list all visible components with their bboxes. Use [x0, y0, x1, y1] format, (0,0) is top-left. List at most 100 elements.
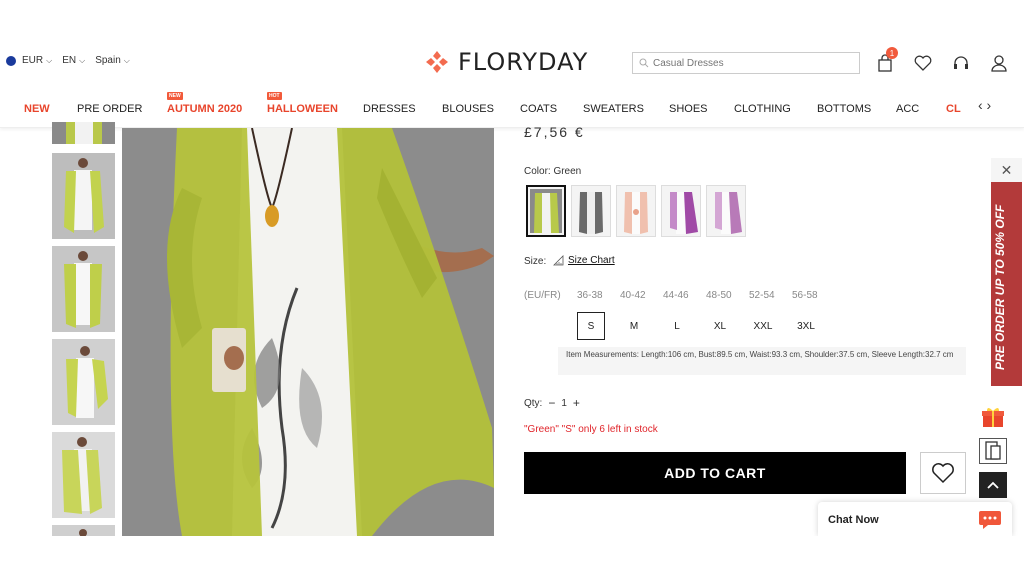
nav-item-coats[interactable]: COATS	[520, 103, 557, 115]
chevron-left-right-icon: ‹ ›	[978, 97, 992, 113]
cart-count-badge: 1	[886, 47, 898, 59]
nav-item-label: BLOUSES	[442, 103, 494, 115]
wishlist-button[interactable]	[910, 50, 936, 76]
swatch-image	[662, 186, 700, 236]
main-product-image[interactable]	[122, 128, 494, 536]
add-to-cart-button[interactable]: ADD TO CART	[524, 452, 906, 494]
account-button[interactable]	[986, 50, 1012, 76]
nav-item-halloween[interactable]: HOT HALLOWEEN	[267, 92, 338, 115]
product-thumbnail[interactable]	[52, 246, 115, 332]
chat-widget[interactable]: Chat Now	[818, 502, 1012, 536]
nav-item-label: SWEATERS	[583, 103, 644, 115]
nav-item-label: ACC	[896, 103, 920, 115]
eu-size-row: (EU/FR) 36-38 40-42 44-46 48-50 52-54 56…	[524, 290, 835, 301]
nav-item-new[interactable]: NEW	[24, 103, 50, 115]
product-thumbnail[interactable]	[52, 122, 115, 144]
nav-item-acc[interactable]: ACC	[896, 103, 919, 115]
language-select[interactable]: EN ⌵	[62, 55, 85, 66]
brand-name: FLORYDAY	[458, 48, 589, 76]
nav-item-shoes[interactable]: SHOES	[669, 103, 708, 115]
swatch-gray[interactable]	[571, 185, 611, 237]
size-label: Size:	[524, 256, 547, 267]
nav-item-clothing[interactable]: CLOTHING	[734, 103, 791, 115]
currency-label: EUR	[22, 55, 44, 66]
size-option-m[interactable]: M	[620, 312, 648, 340]
product-thumbnail[interactable]	[52, 525, 115, 536]
swatch-image	[707, 186, 745, 236]
flower-logo-icon	[426, 51, 448, 73]
nav-item-label: BOTTOMS	[817, 103, 872, 115]
swatch-peach[interactable]	[616, 185, 656, 237]
app-download-button[interactable]	[979, 438, 1007, 464]
nav-item-bottoms[interactable]: BOTTOMS	[817, 103, 871, 115]
currency-select[interactable]: EUR ⌵	[22, 55, 52, 66]
quantity-stepper: Qty: − 1 +	[524, 396, 586, 410]
eu-size: 56-58	[792, 290, 818, 301]
size-option-3xl[interactable]: 3XL	[792, 312, 820, 340]
cart-button[interactable]: 1	[872, 47, 898, 76]
search-box[interactable]	[632, 52, 860, 74]
swatch-violet[interactable]	[706, 185, 746, 237]
thumbnail-image	[52, 525, 115, 536]
page-frame: EUR ⌵ EN ⌵ Spain ⌵ FLORYDAY Casual Dress…	[0, 40, 1024, 536]
nav-item-dresses[interactable]: DRESSES	[363, 103, 416, 115]
brand-logo[interactable]: FLORYDAY	[424, 48, 588, 76]
size-option-s[interactable]: S	[577, 312, 605, 340]
ruler-icon	[553, 255, 564, 266]
qty-label: Qty:	[524, 397, 543, 409]
product-thumbnail[interactable]	[52, 432, 115, 518]
chevron-down-icon: ⌵	[79, 55, 86, 65]
size-option-xl[interactable]: XL	[706, 312, 734, 340]
nav-item-blouses[interactable]: BLOUSES	[442, 103, 494, 115]
nav-item-cl[interactable]: CL	[946, 103, 961, 115]
category-nav: NEW PRE ORDER NEW AUTUMN 2020 HOT HALLOWEE…	[0, 86, 1024, 128]
nav-item-label: PRE ORDER	[77, 103, 143, 115]
qty-increment-button[interactable]: +	[573, 396, 580, 410]
qty-decrement-button[interactable]: −	[548, 396, 555, 410]
heart-icon	[914, 55, 932, 71]
size-option-xxl[interactable]: XXL	[749, 312, 777, 340]
qty-value[interactable]: 1	[561, 398, 567, 409]
swatch-image	[617, 186, 655, 236]
size-options: S M L XL XXL 3XL	[577, 312, 835, 340]
product-thumbnail[interactable]	[52, 339, 115, 425]
search-icon	[639, 58, 649, 68]
thumbnail-image	[52, 432, 115, 518]
headset-icon	[954, 56, 968, 69]
chevron-up-icon	[987, 481, 999, 489]
pre-order-promo-banner[interactable]: ✕ PRE ORDER UP TO 50% OFF	[991, 158, 1022, 386]
promo-text: PRE ORDER UP TO 50% OFF	[993, 204, 1007, 370]
thumbnail-image	[52, 153, 115, 239]
gift-button[interactable]	[979, 404, 1007, 430]
chat-bubble-icon	[979, 511, 1001, 529]
thumbnail-image	[52, 339, 115, 425]
search-input[interactable]	[653, 57, 853, 69]
nav-item-label: HALLOWEEN	[267, 103, 338, 115]
swatch-purple[interactable]	[661, 185, 701, 237]
country-label: Spain	[95, 55, 121, 66]
thumbnail-image	[52, 122, 115, 144]
color-label: Color: Green	[524, 166, 582, 177]
size-chart-link[interactable]: Size Chart	[553, 255, 615, 266]
nav-item-sweaters[interactable]: SWEATERS	[583, 103, 644, 115]
eu-size: 40-42	[620, 290, 646, 301]
language-label: EN	[62, 55, 77, 66]
size-option-l[interactable]: L	[663, 312, 691, 340]
nav-scroll-arrows[interactable]: ‹ ›	[978, 97, 991, 113]
size-chart-label: Size Chart	[568, 255, 615, 266]
product-photo	[122, 128, 494, 536]
product-thumbnail[interactable]	[52, 153, 115, 239]
user-icon	[991, 55, 1007, 72]
swatch-green[interactable]	[526, 185, 566, 237]
item-measurements: Item Measurements: Length:106 cm, Bust:8…	[558, 347, 966, 375]
nav-item-autumn-2020[interactable]: NEW AUTUMN 2020	[167, 92, 242, 115]
back-to-top-button[interactable]	[979, 472, 1007, 498]
add-to-wishlist-button[interactable]	[920, 452, 966, 494]
support-button[interactable]	[948, 50, 974, 76]
nav-item-pre-order[interactable]: PRE ORDER	[77, 103, 142, 115]
nav-item-label: COATS	[520, 103, 558, 115]
chevron-down-icon: ⌵	[123, 55, 130, 65]
country-select[interactable]: Spain ⌵	[95, 55, 130, 66]
close-icon[interactable]: ✕	[991, 158, 1022, 182]
stock-notice: "Green" "S" only 6 left in stock	[524, 424, 658, 435]
